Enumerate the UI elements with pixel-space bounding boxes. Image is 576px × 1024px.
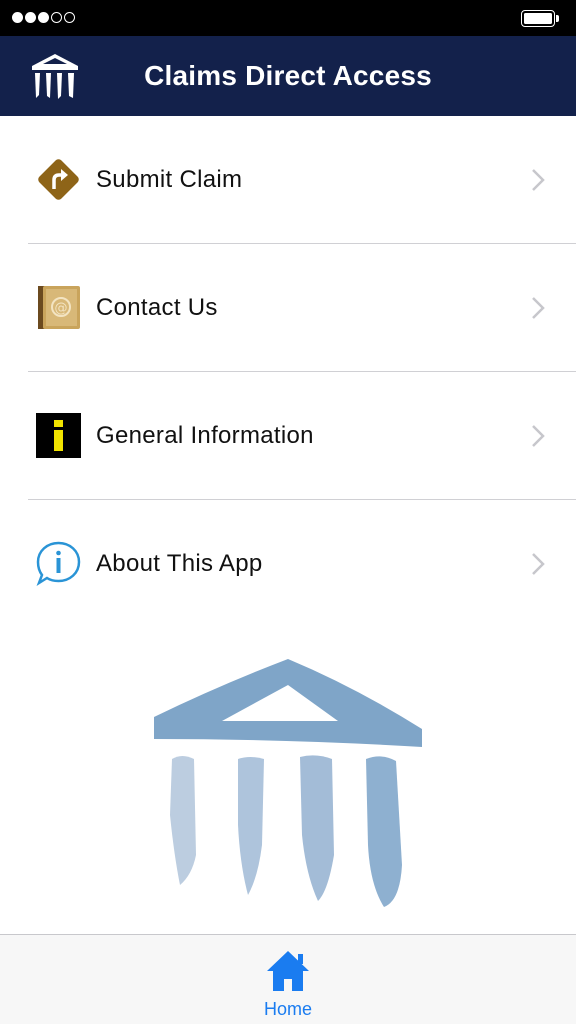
signal-dot (64, 12, 75, 23)
page-title: Claims Direct Access (144, 60, 432, 91)
battery-icon (521, 10, 559, 27)
menu-item-label: General Information (96, 422, 314, 449)
chevron-right-icon (532, 297, 545, 319)
menu-item-general-information[interactable]: General Information (0, 372, 576, 500)
menu-item-contact-us[interactable]: @ Contact Us (0, 244, 576, 372)
svg-text:@: @ (55, 301, 68, 316)
tab-label: Home (263, 999, 312, 1019)
signal-dot (12, 12, 23, 23)
menu-item-label: Contact Us (96, 294, 218, 321)
signal-dot (25, 12, 36, 23)
pillars-logo-icon (154, 659, 422, 907)
status-bar (0, 0, 576, 36)
signal-dot (51, 12, 62, 23)
chevron-right-icon (532, 553, 545, 575)
menu-item-submit-claim[interactable]: Submit Claim (0, 116, 576, 244)
menu-item-about-this-app[interactable]: About This App (0, 500, 576, 628)
info-bubble-icon (36, 541, 81, 587)
signal-dot (38, 12, 49, 23)
main-menu: Submit Claim @ Contact Us General Inform… (0, 116, 576, 628)
tab-bar: Home (0, 934, 576, 1024)
menu-item-label: Submit Claim (96, 166, 243, 193)
address-book-icon: @ (38, 286, 80, 329)
navigation-bar: Claims Direct Access (0, 36, 576, 116)
tab-home[interactable]: Home (238, 945, 338, 1023)
home-icon (267, 951, 309, 991)
turn-sign-icon (38, 159, 79, 200)
chevron-right-icon (532, 425, 545, 447)
signal-strength-icon (12, 12, 75, 23)
info-sign-icon (36, 413, 81, 458)
menu-item-label: About This App (96, 550, 263, 577)
chevron-right-icon (532, 169, 545, 191)
